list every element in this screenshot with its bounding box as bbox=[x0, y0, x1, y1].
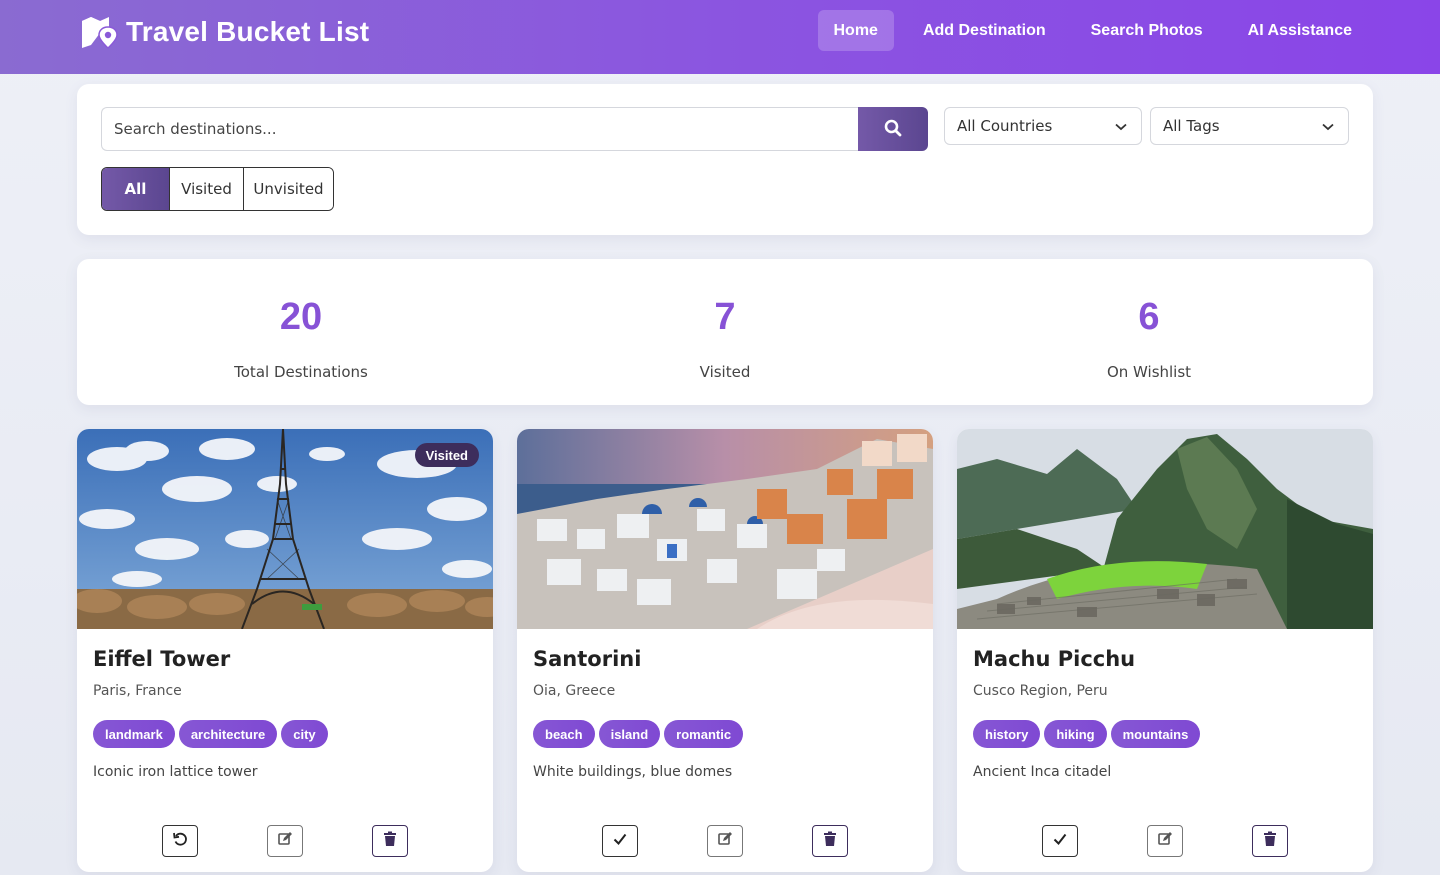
stat-wishlist-label: On Wishlist bbox=[1106, 363, 1192, 381]
tag-list: landmark architecture city bbox=[93, 720, 328, 748]
search-input[interactable] bbox=[101, 107, 858, 151]
mark-unvisited-button[interactable] bbox=[162, 825, 198, 857]
destination-title: Machu Picchu bbox=[973, 647, 1136, 671]
nav-home[interactable]: Home bbox=[817, 10, 894, 51]
brand-title: Travel Bucket List bbox=[126, 16, 370, 47]
destination-location: Cusco Region, Peru bbox=[973, 683, 1108, 699]
filter-visited-button[interactable]: Visited bbox=[169, 168, 243, 210]
edit-button[interactable] bbox=[1147, 825, 1183, 857]
filter-unvisited-button[interactable]: Unvisited bbox=[243, 168, 333, 210]
delete-button[interactable] bbox=[812, 825, 848, 857]
navbar: Travel Bucket List Home Add Destination … bbox=[0, 0, 1440, 74]
card-actions bbox=[602, 825, 848, 857]
trash-icon bbox=[823, 831, 837, 852]
tag[interactable]: hiking bbox=[1044, 720, 1107, 748]
mark-visited-button[interactable] bbox=[602, 825, 638, 857]
destination-description: Ancient Inca citadel bbox=[973, 764, 1112, 780]
search-icon bbox=[884, 119, 902, 140]
stat-total-label: Total Destinations bbox=[234, 363, 368, 381]
trash-icon bbox=[383, 831, 397, 852]
destination-card: Machu Picchu Cusco Region, Peru history … bbox=[957, 429, 1373, 872]
destination-card: Santorini Oia, Greece beach island roman… bbox=[517, 429, 933, 872]
trash-icon bbox=[1263, 831, 1277, 852]
stat-visited-label: Visited bbox=[699, 363, 751, 381]
card-actions bbox=[162, 825, 408, 857]
countries-select[interactable]: All Countries bbox=[944, 107, 1142, 145]
destination-location: Oia, Greece bbox=[533, 683, 616, 699]
edit-button[interactable] bbox=[707, 825, 743, 857]
edit-icon bbox=[717, 831, 733, 852]
tag[interactable]: mountains bbox=[1110, 720, 1201, 748]
card-actions bbox=[1042, 825, 1288, 857]
destination-description: Iconic iron lattice tower bbox=[93, 764, 258, 780]
chevron-down-icon bbox=[1322, 117, 1334, 135]
destination-title: Santorini bbox=[533, 647, 642, 671]
mark-visited-button[interactable] bbox=[1042, 825, 1078, 857]
destination-description: White buildings, blue domes bbox=[533, 764, 733, 780]
nav-links: Home Add Destination Search Photos AI As… bbox=[805, 10, 1369, 51]
destination-image-eiffel-tower[interactable]: Visited bbox=[77, 429, 493, 629]
check-icon bbox=[612, 831, 628, 852]
stat-visited-value: 7 bbox=[714, 296, 736, 338]
stats-panel: 20 Total Destinations 7 Visited 6 On Wis… bbox=[77, 259, 1373, 405]
tag[interactable]: city bbox=[281, 720, 328, 748]
tags-select[interactable]: All Tags bbox=[1150, 107, 1349, 145]
nav-ai-assistance[interactable]: AI Assistance bbox=[1232, 10, 1368, 51]
tag[interactable]: architecture bbox=[178, 720, 278, 748]
search-button[interactable] bbox=[858, 107, 928, 151]
stat-total: 20 Total Destinations bbox=[151, 295, 451, 381]
delete-button[interactable] bbox=[1252, 825, 1288, 857]
tag[interactable]: landmark bbox=[93, 720, 175, 748]
map-marker-icon bbox=[80, 15, 118, 49]
undo-icon bbox=[172, 831, 188, 852]
tag[interactable]: island bbox=[598, 720, 661, 748]
stat-wishlist: 6 On Wishlist bbox=[999, 295, 1299, 381]
stat-visited: 7 Visited bbox=[575, 295, 875, 381]
status-filter: All Visited Unvisited bbox=[101, 167, 334, 211]
tag-list: history hiking mountains bbox=[973, 720, 1201, 748]
chevron-down-icon bbox=[1115, 117, 1127, 135]
search-box bbox=[101, 107, 928, 151]
brand[interactable]: Travel Bucket List bbox=[80, 14, 369, 50]
filter-all-button[interactable]: All bbox=[102, 168, 169, 210]
destination-image-machu-picchu[interactable] bbox=[957, 429, 1373, 629]
edit-icon bbox=[1157, 831, 1173, 852]
nav-search-photos[interactable]: Search Photos bbox=[1075, 10, 1219, 51]
tags-select-value: All Tags bbox=[1163, 117, 1220, 135]
destination-title: Eiffel Tower bbox=[93, 647, 231, 671]
edit-icon bbox=[277, 831, 293, 852]
stat-wishlist-value: 6 bbox=[1138, 296, 1160, 338]
tag[interactable]: history bbox=[973, 720, 1041, 748]
tag[interactable]: romantic bbox=[664, 720, 744, 748]
check-icon bbox=[1052, 831, 1068, 852]
nav-add-destination[interactable]: Add Destination bbox=[907, 10, 1062, 51]
stat-total-value: 20 bbox=[279, 296, 323, 338]
filter-panel: All Countries All Tags All Visited Unvis… bbox=[77, 84, 1373, 235]
edit-button[interactable] bbox=[267, 825, 303, 857]
destination-card: Visited Eiffel Tower Paris, France landm… bbox=[77, 429, 493, 872]
destination-location: Paris, France bbox=[93, 683, 182, 699]
destination-image-santorini[interactable] bbox=[517, 429, 933, 629]
countries-select-value: All Countries bbox=[957, 117, 1053, 135]
delete-button[interactable] bbox=[372, 825, 408, 857]
tag[interactable]: beach bbox=[533, 720, 595, 748]
visited-badge: Visited bbox=[414, 443, 479, 467]
tag-list: beach island romantic bbox=[533, 720, 744, 748]
